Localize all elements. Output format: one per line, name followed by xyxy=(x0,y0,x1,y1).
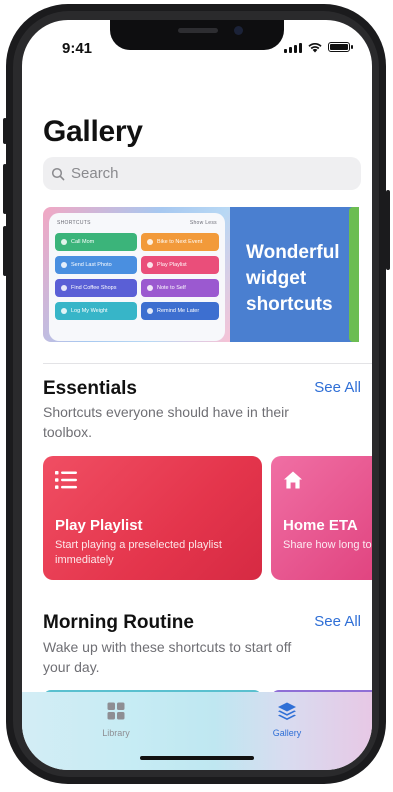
layers-icon xyxy=(278,702,296,720)
grid-icon xyxy=(107,702,125,720)
banner-headline: Wonderful widget shortcuts xyxy=(246,242,340,315)
card-subtitle: Start playing a preselected playlist imm… xyxy=(55,539,222,566)
essentials-see-all-link[interactable]: See All xyxy=(314,379,361,396)
morning-routine-see-all-link[interactable]: See All xyxy=(314,613,361,630)
speaker-grille xyxy=(178,28,218,33)
widget-button-grid: Call Mom Bike to Next Event Send Last Ph… xyxy=(55,233,219,320)
tab-library[interactable]: Library xyxy=(66,702,166,738)
next-banner-peek[interactable] xyxy=(349,207,359,342)
widget-show-less: Show Less xyxy=(189,220,217,226)
morning-routine-description: Wake up with these shortcuts to start of… xyxy=(43,639,292,675)
widget-button-note-to-self: Note to Self xyxy=(141,279,219,297)
tab-library-label: Library xyxy=(102,728,130,738)
search-placeholder: Search xyxy=(71,165,119,182)
morning-routine-title: Morning Routine xyxy=(43,612,194,633)
house-icon xyxy=(284,471,302,489)
widget-button-send-last-photo: Send Last Photo xyxy=(55,256,137,274)
search-input[interactable]: Search xyxy=(43,157,361,190)
essentials-description: Shortcuts everyone should have in their … xyxy=(43,404,289,440)
home-indicator[interactable] xyxy=(140,756,254,760)
widget-header: SHORTCUTS Show Less xyxy=(57,220,217,226)
widget-button-find-coffee-shops: Find Coffee Shops xyxy=(55,279,137,297)
card-title: Play Playlist xyxy=(55,517,143,534)
shortcuts-widget: SHORTCUTS Show Less Call Mom Bike to Nex… xyxy=(49,213,225,341)
shortcut-card-home-eta[interactable]: Home ETA Share how long to get home xyxy=(271,456,372,580)
essentials-title: Essentials xyxy=(43,378,137,399)
battery-icon xyxy=(328,42,353,52)
widget-button-remind-me-later: Remind Me Later xyxy=(141,302,219,320)
status-time: 9:41 xyxy=(62,40,93,57)
widget-button-play-playlist: Play Playlist xyxy=(141,256,219,274)
widget-button-call-mom: Call Mom xyxy=(55,233,137,251)
banner-headline-panel: Wonderful widget shortcuts xyxy=(230,207,356,342)
card-title: Home ETA xyxy=(283,517,358,534)
list-icon xyxy=(55,471,77,489)
widget-button-bike-to-next-event: Bike to Next Event xyxy=(141,233,219,251)
widget-button-log-my-weight: Log My Weight xyxy=(55,302,137,320)
iphone-device: 9:41 Gallery Search SHORTCUTS Show Less … xyxy=(0,0,393,792)
tab-gallery[interactable]: Gallery xyxy=(237,702,337,738)
tab-bar: Library Gallery xyxy=(22,692,372,770)
section-divider xyxy=(43,363,372,364)
tab-gallery-label: Gallery xyxy=(272,728,302,738)
cellular-signal-icon xyxy=(284,42,302,53)
widget-app-label: SHORTCUTS xyxy=(57,220,91,226)
shortcut-card-play-playlist[interactable]: Play Playlist Start playing a preselecte… xyxy=(43,456,262,580)
page-title: Gallery xyxy=(43,115,143,148)
status-icons xyxy=(284,41,353,53)
search-icon xyxy=(51,167,65,180)
widget-preview: SHORTCUTS Show Less Call Mom Bike to Nex… xyxy=(43,207,230,342)
screen: 9:41 Gallery Search SHORTCUTS Show Less … xyxy=(22,20,372,770)
card-subtitle: Share how long to get home xyxy=(283,539,372,551)
featured-banner[interactable]: SHORTCUTS Show Less Call Mom Bike to Nex… xyxy=(43,207,363,342)
front-camera xyxy=(234,26,243,35)
notch xyxy=(110,20,284,50)
power-button xyxy=(386,190,390,270)
wifi-icon xyxy=(308,42,322,53)
